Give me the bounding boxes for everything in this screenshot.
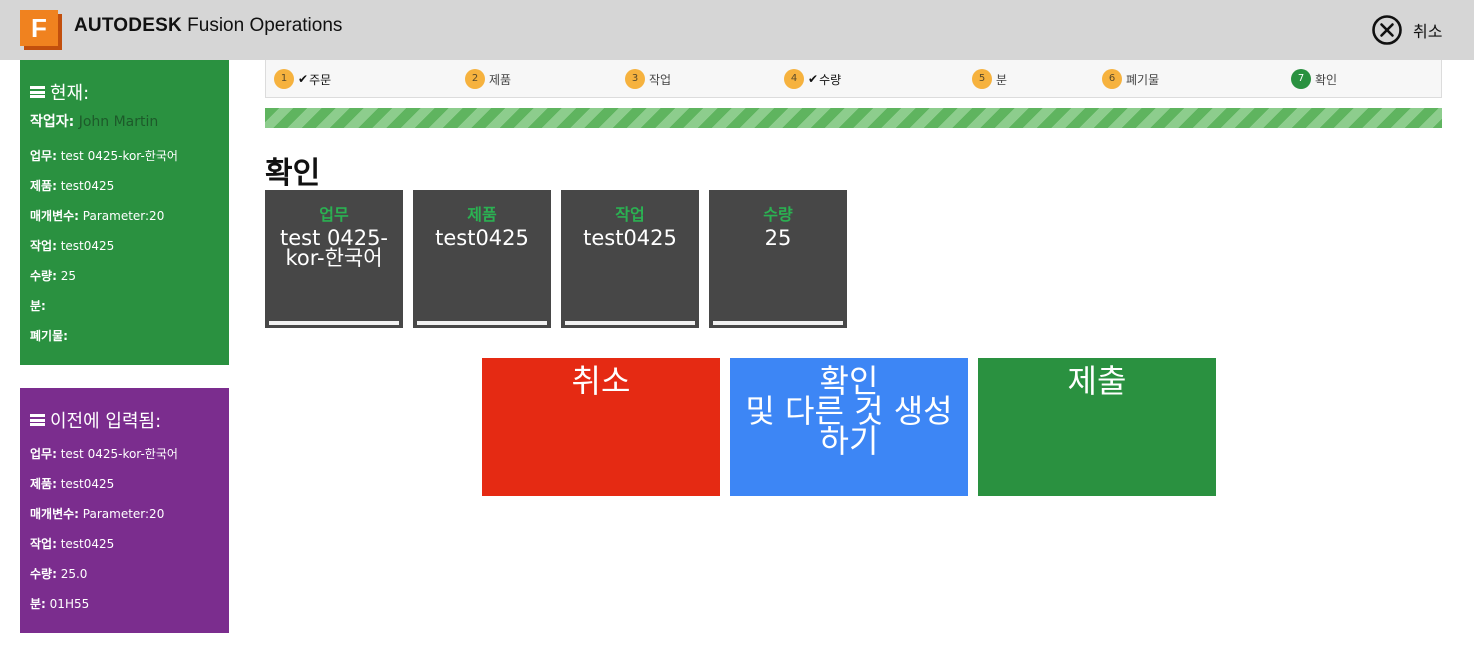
header-cancel-label: 취소: [1413, 22, 1443, 41]
card-value: test 0425-kor-한국어: [279, 226, 389, 270]
step-order[interactable]: 1 ✔ 주문: [274, 69, 331, 89]
submit-button[interactable]: 제출: [978, 358, 1216, 496]
check-icon: ✔: [298, 72, 309, 86]
previous-row-quantity: 수량: 25.0: [30, 567, 88, 581]
step-number: 4: [784, 69, 804, 89]
previous-row-product: 제품: test0425: [30, 477, 115, 491]
close-circle-icon: [1372, 15, 1402, 45]
step-label: 폐기물: [1126, 72, 1160, 87]
confirm-and-create-another-button[interactable]: 확인 및 다른 것 생성 하기: [730, 358, 968, 496]
brand-product: Fusion Operations: [187, 15, 343, 36]
step-label: 작업: [649, 72, 672, 87]
header-cancel-button[interactable]: 취소: [1371, 14, 1442, 46]
step-number: 6: [1102, 69, 1122, 89]
summary-card-product: 제품 test0425: [413, 190, 551, 328]
summary-card-operation: 작업 test0425: [561, 190, 699, 328]
card-underline: [417, 321, 547, 325]
step-minutes[interactable]: 5 분: [972, 69, 1007, 89]
current-row-parameter: 매개변수: Parameter:20: [30, 209, 165, 223]
previous-panel-title[interactable]: 이전에 입력됨:: [30, 407, 161, 433]
step-number: 7: [1291, 69, 1311, 89]
card-title: 작업: [615, 205, 645, 224]
card-underline: [713, 321, 843, 325]
current-panel-title[interactable]: 현재:: [30, 79, 89, 105]
app-brand: AUTODESK Fusion Operations: [74, 15, 342, 37]
summary-card-quantity: 수량 25: [709, 190, 847, 328]
page-title: 확인: [265, 156, 321, 191]
current-worker: 작업자: John Martin: [30, 114, 159, 130]
card-value: test0425: [583, 226, 677, 250]
app-header: F AUTODESK Fusion Operations 취소: [0, 0, 1474, 60]
card-underline: [565, 321, 695, 325]
hamburger-icon: [30, 414, 45, 426]
summary-card-job: 업무 test 0425-kor-한국어: [265, 190, 403, 328]
current-info-panel: 현재: 작업자: John Martin 업무: test 0425-kor-한…: [20, 60, 229, 365]
current-row-minutes: 분:: [30, 299, 46, 313]
step-waste[interactable]: 6 폐기물: [1102, 69, 1159, 89]
card-value: 25: [764, 226, 792, 250]
current-row-quantity: 수량: 25: [30, 269, 76, 283]
step-label: 분: [996, 72, 1008, 87]
current-row-job: 업무: test 0425-kor-한국어: [30, 149, 178, 163]
step-number: 3: [625, 69, 645, 89]
current-row-product: 제품: test0425: [30, 179, 115, 193]
step-label: 제품: [489, 72, 512, 87]
step-number: 5: [972, 69, 992, 89]
step-label: 수량: [819, 72, 842, 87]
previous-row-parameter: 매개변수: Parameter:20: [30, 507, 165, 521]
step-confirm[interactable]: 7 확인: [1291, 69, 1337, 89]
step-quantity[interactable]: 4 ✔ 수량: [784, 69, 841, 89]
step-indicator: 1 ✔ 주문 2 제품 3 작업 4 ✔ 수량 5 분 6 폐기물 7 확인: [265, 60, 1442, 98]
card-title: 수량: [763, 205, 793, 224]
card-underline: [269, 321, 399, 325]
check-icon: ✔: [808, 72, 819, 86]
step-label: 주문: [309, 72, 332, 87]
previous-row-job: 업무: test 0425-kor-한국어: [30, 447, 178, 461]
step-operation[interactable]: 3 작업: [625, 69, 671, 89]
card-title: 제품: [467, 205, 497, 224]
previous-info-panel: 이전에 입력됨: 업무: test 0425-kor-한국어 제품: test0…: [20, 388, 229, 633]
hamburger-icon: [30, 86, 45, 98]
fusion-logo-icon: F: [20, 10, 62, 50]
confirm-label-line3: 하기: [819, 422, 879, 460]
progress-bar: [265, 108, 1442, 128]
current-row-waste: 폐기물:: [30, 329, 68, 343]
card-title: 업무: [319, 205, 349, 224]
current-row-operation: 작업: test0425: [30, 239, 115, 253]
cancel-button[interactable]: 취소: [482, 358, 720, 496]
brand-company: AUTODESK: [74, 15, 182, 36]
previous-row-minutes: 분: 01H55: [30, 597, 90, 611]
previous-row-operation: 작업: test0425: [30, 537, 115, 551]
step-label: 확인: [1315, 72, 1338, 87]
step-number: 2: [465, 69, 485, 89]
card-value: test0425: [435, 226, 529, 250]
step-product[interactable]: 2 제품: [465, 69, 511, 89]
step-number: 1: [274, 69, 294, 89]
